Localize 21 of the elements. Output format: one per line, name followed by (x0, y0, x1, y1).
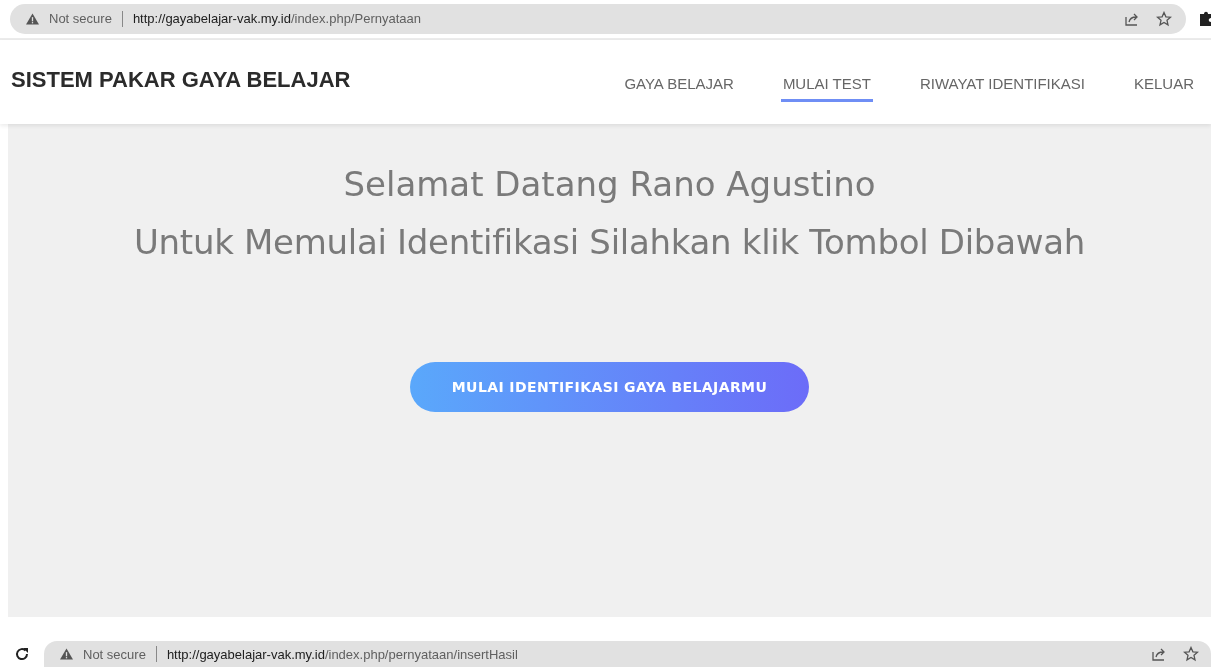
nav-link[interactable]: RIWAYAT IDENTIFIKASI (917, 67, 1087, 103)
nav-link[interactable]: KELUAR (1131, 67, 1196, 103)
reload-icon[interactable] (14, 646, 30, 663)
nav-link[interactable]: GAYA BELAJAR (622, 67, 736, 103)
start-button[interactable]: MULAI IDENTIFIKASI GAYA BELAJARMU (410, 362, 809, 413)
address-bar[interactable]: Not secure http://gayabelajar-vak.my.id/index.php/pernyataan/insertHasil (44, 641, 1211, 668)
star-icon[interactable] (1183, 646, 1199, 663)
puzzle-icon[interactable] (1200, 10, 1211, 27)
url-text: http://gayabelajar-vak.my.id/index.php/Pernyataan (132, 11, 421, 27)
url-text: http://gayabelajar-vak.my.id/index.php/pernyataan/insertHasil (166, 646, 518, 662)
address-bar[interactable]: Not secure http://gayabelajar-vak.my.id/index.php/Pernyataan (10, 3, 1186, 34)
security-label: Not secure (83, 646, 146, 662)
warning-icon (60, 648, 73, 661)
nav-link[interactable]: MULAI TEST (780, 67, 873, 103)
instruction-text: Untuk Memulai Identifikasi Silahkan klik Tombol Dibawah (134, 222, 1085, 263)
warning-icon (26, 12, 39, 25)
greeting-heading: Selamat Datang Rano Agustino (343, 164, 876, 205)
share-icon[interactable] (1151, 646, 1167, 663)
star-icon[interactable] (1156, 10, 1172, 27)
security-label: Not secure (49, 11, 112, 27)
site-title: SISTEM PAKAR GAYA BELAJAR (11, 67, 351, 94)
